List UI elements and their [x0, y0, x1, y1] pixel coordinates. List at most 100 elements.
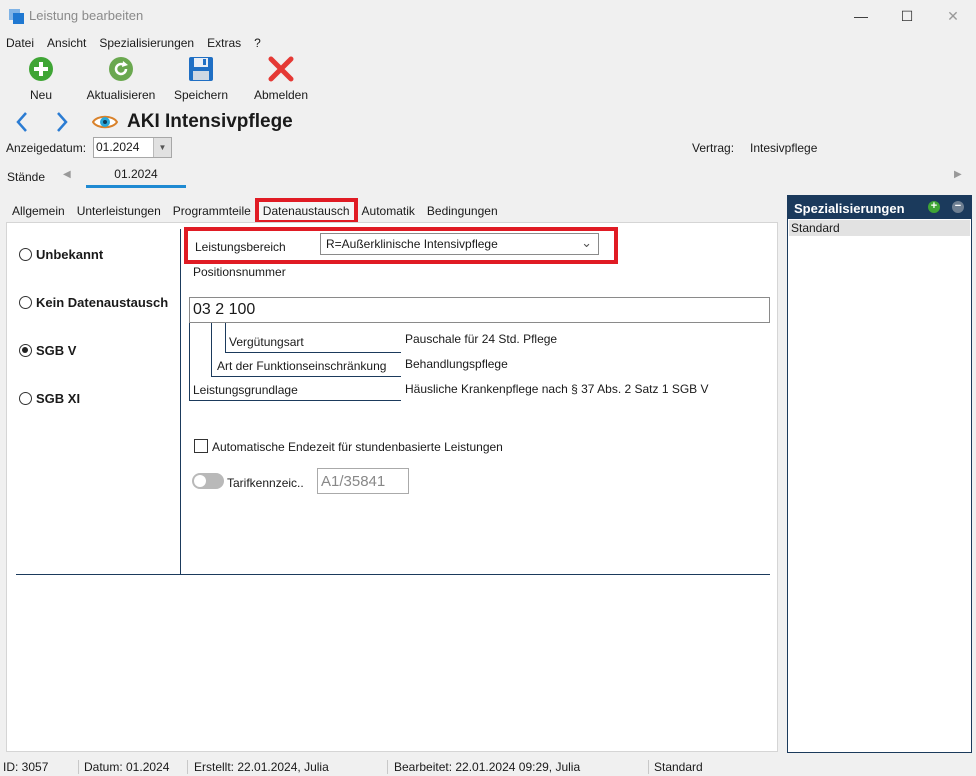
anzeigedatum-combo[interactable]: 01.2024 ▼ — [93, 137, 172, 158]
radio-button[interactable] — [19, 248, 32, 261]
logout-button[interactable]: Abmelden — [250, 56, 312, 104]
new-button-label: Neu — [29, 88, 52, 102]
tree-line — [211, 376, 401, 377]
window-title: Leistung bearbeiten — [29, 8, 144, 23]
title-bar — [0, 0, 976, 32]
leistungsbereich-label: Leistungsbereich — [195, 240, 286, 254]
refresh-button-label: Aktualisieren — [86, 88, 156, 102]
save-button-label: Speichern — [173, 88, 229, 102]
list-item-label: Standard — [791, 221, 840, 235]
radio-button[interactable] — [19, 392, 32, 405]
list-item[interactable]: Standard — [789, 220, 970, 236]
verguetungsart-label: Vergütungsart — [229, 335, 304, 349]
save-button[interactable]: Speichern — [171, 56, 231, 104]
panel-divider — [180, 229, 181, 574]
radio-sgb-v[interactable]: SGB V — [19, 343, 76, 358]
leistungsbereich-value: R=Außerklinische Intensivpflege — [326, 237, 498, 251]
tree-line — [225, 352, 401, 353]
status-bearbeitet: Bearbeitet: 22.01.2024 09:29, Julia — [394, 760, 581, 774]
back-arrow-icon[interactable] — [13, 110, 31, 134]
tree-line — [225, 323, 226, 352]
tab-automatik[interactable]: Automatik — [356, 200, 421, 222]
maximize-button[interactable]: ☐ — [884, 0, 930, 32]
eye-icon — [92, 115, 118, 129]
auto-endzeit-label[interactable]: Automatische Endezeit für stundenbasiert… — [212, 440, 503, 454]
chevron-down-icon[interactable]: ▼ — [153, 138, 171, 157]
leistungsbereich-select[interactable]: R=Außerklinische Intensivpflege ⌄ — [320, 233, 599, 255]
app-icon — [9, 9, 24, 24]
menu-extras[interactable]: Extras — [201, 34, 248, 52]
menu-spezialisierungen[interactable]: Spezialisierungen — [93, 34, 201, 52]
radio-label: SGB V — [36, 343, 77, 358]
status-datum: Datum: 01.2024 — [84, 760, 170, 774]
tree-line — [189, 323, 190, 400]
panel-bottom-line — [16, 574, 770, 575]
remove-icon[interactable]: − — [952, 201, 964, 213]
radio-button[interactable] — [19, 296, 32, 309]
staende-label: Stände — [7, 170, 46, 184]
positionsnummer-label: Positionsnummer — [193, 265, 286, 279]
page-title: AKI Intensivpflege — [127, 111, 293, 132]
scroll-left-icon[interactable]: ◀ — [63, 169, 71, 180]
status-separator — [78, 760, 79, 774]
status-profil: Standard — [654, 760, 703, 774]
tarif-label: Tarifkennzeic.. — [227, 476, 304, 490]
tab-datenaustausch[interactable]: Datenaustausch — [254, 198, 358, 224]
logout-button-label: Abmelden — [253, 88, 309, 102]
funktion-value: Behandlungspflege — [405, 357, 508, 371]
scroll-right-icon[interactable]: ▶ — [954, 169, 962, 180]
status-separator — [387, 760, 388, 774]
auto-endzeit-checkbox[interactable] — [194, 439, 208, 453]
menu-help[interactable]: ? — [248, 34, 268, 52]
radio-label: Kein Datenaustausch — [36, 295, 169, 310]
tarif-value: A1/35841 — [321, 473, 386, 490]
add-icon[interactable]: + — [928, 201, 940, 213]
grundlage-label: Leistungsgrundlage — [193, 383, 298, 397]
plus-circle-icon — [29, 57, 53, 81]
tab-staende-01-2024[interactable]: 01.2024 — [86, 161, 186, 188]
spezialisierungen-header: Spezialisierungen + − — [787, 195, 972, 219]
red-x-icon — [268, 56, 294, 82]
positionsnummer-input[interactable]: 03 2 100 — [189, 297, 770, 323]
tab-strip: Allgemein Unterleistungen Programmteile … — [6, 198, 504, 224]
spezialisierungen-title: Spezialisierungen — [794, 201, 905, 216]
status-separator — [648, 760, 649, 774]
verguetungsart-value: Pauschale für 24 Std. Pflege — [405, 332, 558, 346]
radio-unbekannt[interactable]: Unbekannt — [19, 247, 103, 262]
tarif-input[interactable]: A1/35841 — [317, 468, 409, 494]
tree-line — [189, 400, 401, 401]
grundlage-value: Häusliche Krankenpflege nach § 37 Abs. 2… — [405, 382, 709, 396]
tab-programmteile[interactable]: Programmteile — [167, 200, 257, 222]
positionsnummer-value: 03 2 100 — [193, 301, 256, 318]
floppy-disk-icon — [189, 57, 213, 81]
anzeigedatum-label: Anzeigedatum: — [6, 141, 87, 155]
menu-ansicht[interactable]: Ansicht — [41, 34, 93, 52]
refresh-icon — [109, 57, 133, 81]
menu-bar: Datei Ansicht Spezialisierungen Extras ? — [0, 34, 268, 52]
radio-label: SGB XI — [36, 391, 81, 406]
radio-label: Unbekannt — [36, 247, 104, 262]
status-erstellt: Erstellt: 22.01.2024, Julia — [194, 760, 329, 774]
vertrag-label: Vertrag: — [692, 141, 735, 155]
close-button[interactable]: ✕ — [930, 0, 976, 32]
funktion-label: Art der Funktionseinschränkung — [217, 359, 387, 373]
tab-unterleistungen[interactable]: Unterleistungen — [71, 200, 167, 222]
refresh-button[interactable]: Aktualisieren — [83, 56, 159, 104]
radio-button-selected[interactable] — [19, 344, 32, 357]
chevron-down-icon: ⌄ — [581, 235, 592, 250]
menu-datei[interactable]: Datei — [0, 34, 41, 52]
tree-line — [211, 323, 212, 376]
tab-allgemein[interactable]: Allgemein — [6, 200, 71, 222]
radio-kein-datenaustausch[interactable]: Kein Datenaustausch — [19, 295, 168, 310]
status-id: ID: 3057 — [3, 760, 49, 774]
minimize-button[interactable]: — — [838, 0, 884, 32]
radio-sgb-xi[interactable]: SGB XI — [19, 391, 80, 406]
forward-arrow-icon[interactable] — [53, 110, 71, 134]
anzeigedatum-value: 01.2024 — [96, 140, 140, 154]
vertrag-value: Intesivpflege — [750, 141, 818, 155]
tarif-toggle[interactable] — [192, 473, 224, 489]
status-separator — [187, 760, 188, 774]
new-button[interactable]: Neu — [26, 56, 56, 104]
spezialisierungen-panel — [787, 195, 972, 753]
tab-bedingungen[interactable]: Bedingungen — [421, 200, 504, 222]
